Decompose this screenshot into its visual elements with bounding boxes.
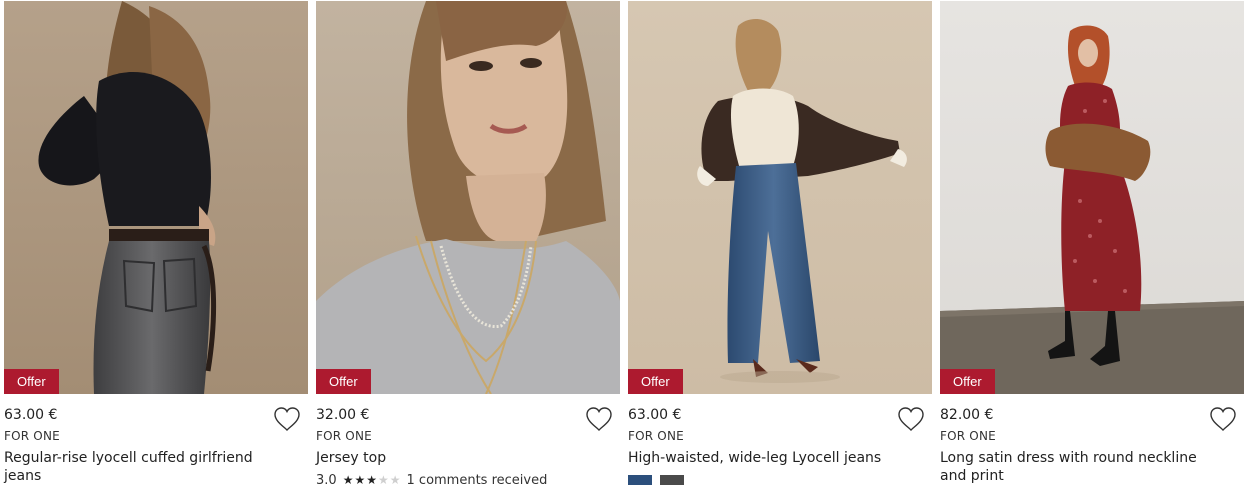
wishlist-heart-icon[interactable] — [585, 406, 613, 432]
product-photo-wide-leg-jeans — [628, 1, 932, 394]
product-image[interactable]: Offer — [316, 1, 620, 394]
product-rating[interactable]: 3.0 ★ ★ ★ ★ ★ 1 comments received — [316, 472, 620, 488]
wishlist-heart-icon[interactable] — [273, 406, 301, 432]
product-card[interactable]: Offer 63.00 € FOR ONE Regular-rise lyoce… — [4, 1, 308, 487]
product-info: 63.00 € FOR ONE Regular-rise lyocell cuf… — [4, 394, 308, 485]
offer-badge: Offer — [316, 369, 371, 394]
product-price: 63.00 € — [4, 407, 58, 423]
offer-badge: Offer — [628, 369, 683, 394]
star-icon: ★ — [377, 473, 389, 487]
product-image[interactable]: Offer — [628, 1, 932, 394]
rating-stars: ★ ★ ★ ★ ★ — [343, 473, 401, 487]
product-price: 82.00 € — [940, 407, 994, 423]
product-name[interactable]: Long satin dress with round neckline and… — [940, 449, 1202, 485]
color-swatches — [628, 475, 932, 485]
product-card[interactable]: Offer 63.00 € FOR ONE High-waisted, wide… — [628, 1, 932, 487]
product-unit: FOR ONE — [628, 429, 684, 443]
product-info: 82.00 € FOR ONE Long satin dress with ro… — [940, 394, 1244, 485]
wishlist-heart-icon[interactable] — [897, 406, 925, 432]
product-photo-jeans-back — [4, 1, 308, 394]
star-icon: ★ — [366, 473, 377, 487]
product-unit: FOR ONE — [316, 429, 372, 443]
product-price: 32.00 € — [316, 407, 370, 423]
star-icon: ★ — [342, 473, 354, 487]
product-unit: FOR ONE — [4, 429, 60, 443]
product-photo-satin-dress — [940, 1, 1244, 394]
wishlist-heart-icon[interactable] — [1209, 406, 1237, 432]
offer-badge: Offer — [4, 369, 59, 394]
product-grid: Offer 63.00 € FOR ONE Regular-rise lyoce… — [4, 1, 1244, 488]
product-unit: FOR ONE — [940, 429, 996, 443]
product-image[interactable]: Offer — [4, 1, 308, 394]
color-swatch-grey[interactable] — [660, 475, 684, 485]
product-price: 63.00 € — [628, 407, 682, 423]
product-info: 32.00 € FOR ONE Jersey top 3.0 ★ ★ ★ ★ ★… — [316, 394, 620, 488]
product-name[interactable]: Regular-rise lyocell cuffed girlfriend j… — [4, 449, 266, 485]
color-swatch-blue[interactable] — [628, 475, 652, 485]
rating-comments[interactable]: 1 comments received — [407, 473, 548, 488]
product-photo-jersey-top — [316, 1, 620, 394]
offer-badge: Offer — [940, 369, 995, 394]
product-name[interactable]: Jersey top — [316, 449, 578, 467]
product-card[interactable]: Offer 32.00 € FOR ONE Jersey top 3.0 ★ ★… — [316, 1, 620, 488]
star-icon: ★ — [389, 473, 401, 487]
star-icon: ★ — [354, 473, 366, 487]
product-name[interactable]: High-waisted, wide-leg Lyocell jeans — [628, 449, 890, 467]
product-info: 63.00 € FOR ONE High-waisted, wide-leg L… — [628, 394, 932, 485]
rating-score: 3.0 — [316, 472, 337, 488]
product-image[interactable]: Offer — [940, 1, 1244, 394]
product-card[interactable]: Offer 82.00 € FOR ONE Long satin dress w… — [940, 1, 1244, 487]
